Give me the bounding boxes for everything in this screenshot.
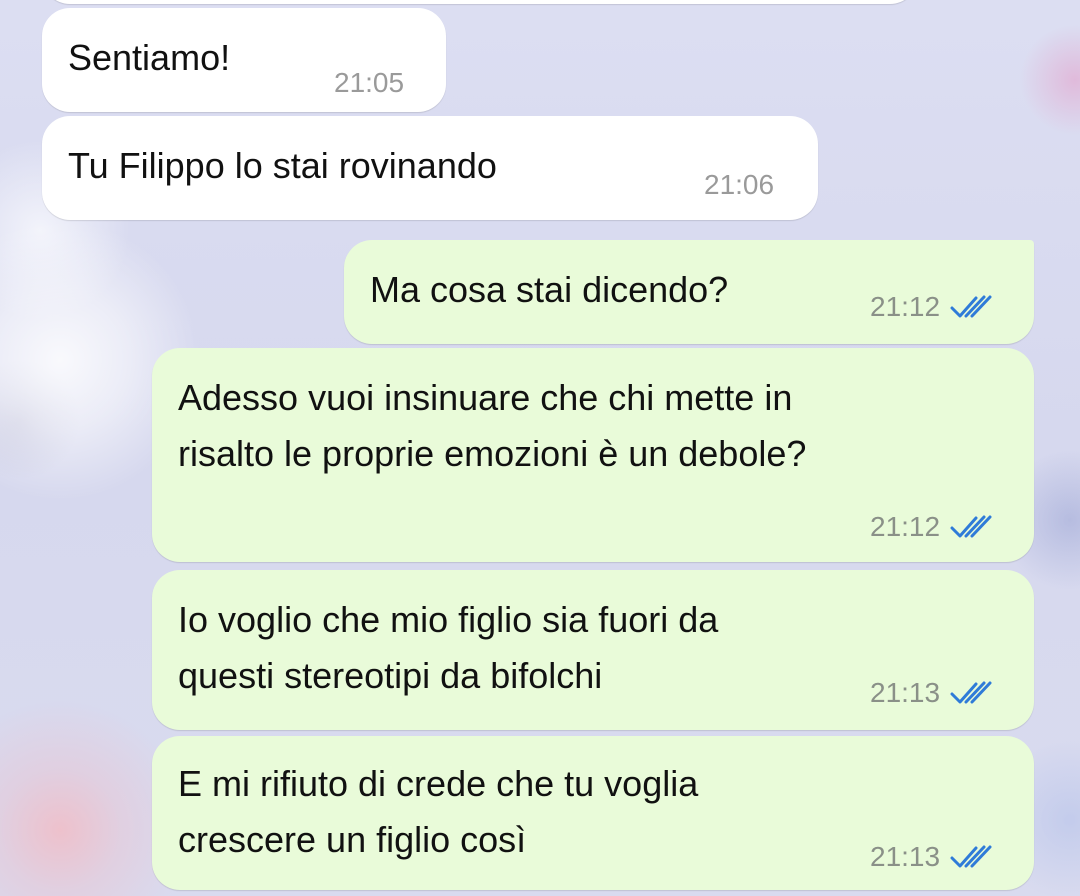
read-double-check-icon	[950, 294, 996, 320]
outgoing-message-bubble[interactable]: Adesso vuoi insinuare che chi mette in r…	[152, 348, 1034, 562]
outgoing-message-bubble[interactable]: Io voglio che mio figlio sia fuori da qu…	[152, 570, 1034, 730]
outgoing-message-bubble[interactable]: E mi rifiuto di crede che tu voglia cres…	[152, 736, 1034, 890]
read-double-check-icon	[950, 844, 996, 870]
message-text: Io voglio che mio figlio sia fuori da qu…	[178, 599, 719, 696]
message-text: Adesso vuoi insinuare che chi mette in r…	[178, 377, 807, 474]
message-text: Ma cosa stai dicendo?	[370, 269, 729, 310]
incoming-message-bubble[interactable]: Sentiamo! 21:05	[42, 8, 446, 112]
message-timestamp: 21:05	[334, 67, 405, 98]
outgoing-message-bubble[interactable]: Ma cosa stai dicendo? 21:12	[344, 240, 1034, 344]
message-list[interactable]: Sentiamo! 21:05 Tu Filippo lo stai rovin…	[0, 0, 1080, 896]
read-double-check-icon	[950, 680, 996, 706]
message-timestamp: 21:06	[704, 169, 775, 200]
message-timestamp: 21:12	[870, 292, 996, 322]
message-text: Tu Filippo lo stai rovinando	[68, 145, 497, 186]
read-double-check-icon	[950, 514, 996, 540]
previous-message-bubble-edge	[42, 0, 918, 4]
message-text: E mi rifiuto di crede che tu voglia cres…	[178, 763, 699, 860]
message-timestamp: 21:12	[870, 512, 996, 542]
message-timestamp: 21:13	[870, 678, 996, 708]
incoming-message-bubble[interactable]: Tu Filippo lo stai rovinando 21:06	[42, 116, 818, 220]
message-timestamp: 21:13	[870, 842, 996, 872]
message-text: Sentiamo!	[68, 37, 231, 78]
